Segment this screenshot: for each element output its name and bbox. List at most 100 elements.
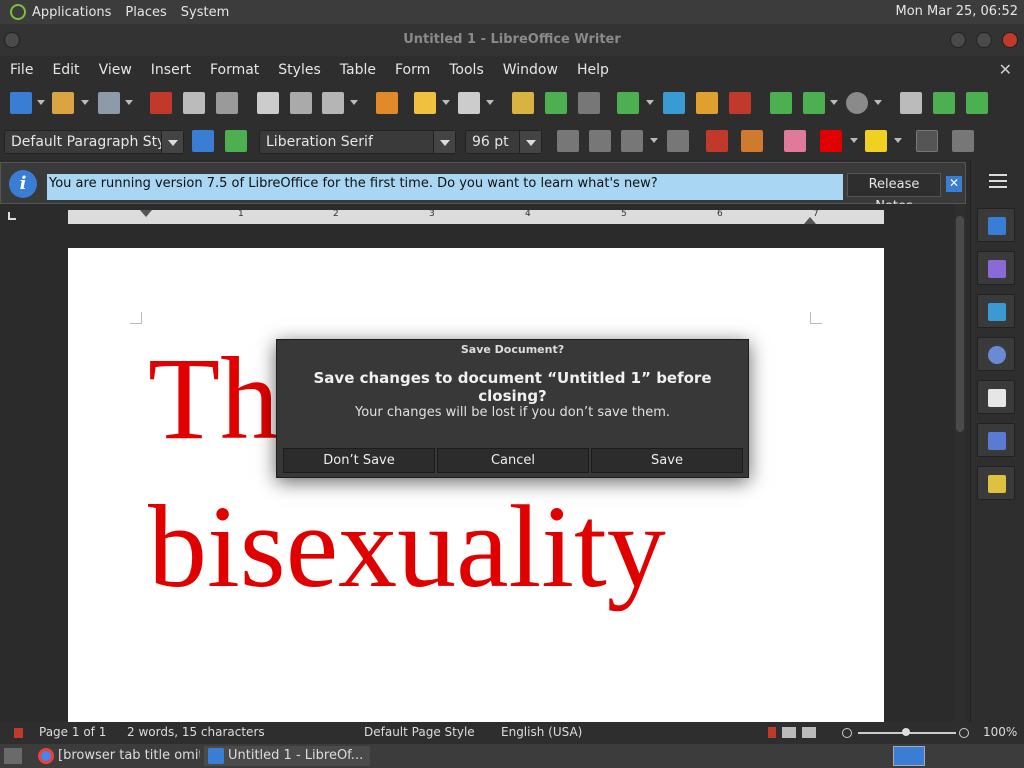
insert-text-box-icon[interactable]: [729, 92, 751, 114]
insert-image-icon[interactable]: [663, 92, 685, 114]
taskbar-writer-window[interactable]: Untitled 1 - LibreOf...: [204, 746, 370, 766]
book-view-icon[interactable]: [802, 727, 816, 738]
word-count[interactable]: 2 words, 15 characters: [127, 725, 265, 739]
chevron-down-icon[interactable]: [433, 131, 455, 153]
chevron-down-icon[interactable]: [646, 100, 654, 105]
menu-view[interactable]: View: [99, 62, 132, 78]
new-style-icon[interactable]: [225, 130, 247, 152]
vertical-scrollbar[interactable]: [954, 204, 966, 722]
save-icon[interactable]: [98, 92, 120, 114]
menu-edit[interactable]: Edit: [52, 62, 79, 78]
cut-icon[interactable]: [257, 92, 279, 114]
align-left-icon[interactable]: [916, 130, 938, 152]
sidebar-navigator-button[interactable]: [977, 337, 1015, 371]
scrollbar-thumb[interactable]: [956, 216, 964, 432]
clear-formatting-icon[interactable]: [784, 130, 806, 152]
close-infobar-icon[interactable]: ✕: [946, 176, 962, 192]
paragraph-style-combo[interactable]: Default Paragraph Style: [4, 130, 184, 154]
menu-file[interactable]: File: [10, 62, 33, 78]
font-size-combo[interactable]: 96 pt: [465, 130, 542, 154]
print-preview-icon[interactable]: [216, 92, 238, 114]
menu-styles[interactable]: Styles: [278, 62, 320, 78]
spelling-icon[interactable]: [545, 92, 567, 114]
export-pdf-icon[interactable]: [150, 92, 172, 114]
view-layout-icons[interactable]: [768, 727, 818, 738]
chevron-down-icon[interactable]: [125, 100, 133, 105]
tab-stop-icon[interactable]: [8, 212, 16, 220]
insert-footnote-icon[interactable]: [933, 92, 955, 114]
superscript-icon[interactable]: [706, 130, 728, 152]
new-document-icon[interactable]: [10, 92, 32, 114]
sidebar-gallery-button[interactable]: [977, 294, 1015, 328]
zoom-level[interactable]: 100%: [983, 725, 1017, 739]
align-center-icon[interactable]: [952, 130, 974, 152]
sidebar-page-button[interactable]: [977, 380, 1015, 414]
chevron-down-icon[interactable]: [650, 138, 658, 143]
insert-hyperlink-icon[interactable]: [900, 92, 922, 114]
workspace-switcher[interactable]: [893, 746, 925, 766]
document-page[interactable]: Th bisexuality: [68, 248, 884, 722]
insert-chart-icon[interactable]: [696, 92, 718, 114]
show-desktop-icon[interactable]: [4, 748, 22, 764]
zoom-in-icon[interactable]: [959, 728, 969, 738]
chevron-down-icon[interactable]: [486, 100, 494, 105]
menu-tools[interactable]: Tools: [449, 62, 484, 78]
chevron-down-icon[interactable]: [81, 100, 89, 105]
close-window-icon[interactable]: [1002, 32, 1018, 48]
save-button[interactable]: Save: [591, 448, 743, 473]
chevron-down-icon[interactable]: [850, 138, 858, 143]
font-name-combo[interactable]: Liberation Serif: [259, 130, 456, 154]
redo-icon[interactable]: [458, 92, 480, 114]
applications-menu[interactable]: Applications: [10, 4, 111, 20]
multi-page-view-icon[interactable]: [782, 727, 796, 738]
menu-window[interactable]: Window: [503, 62, 558, 78]
sidebar-manage-changes-button[interactable]: [977, 466, 1015, 500]
chevron-down-icon[interactable]: [874, 100, 882, 105]
cancel-button[interactable]: Cancel: [437, 448, 589, 473]
page-number[interactable]: Page 1 of 1: [39, 725, 106, 739]
menu-insert[interactable]: Insert: [151, 62, 191, 78]
sidebar-properties-button[interactable]: [977, 208, 1015, 242]
sidebar-menu-icon[interactable]: [989, 174, 1007, 188]
page-style[interactable]: Default Page Style: [364, 725, 475, 739]
special-character-icon[interactable]: [846, 92, 868, 114]
zoom-out-icon[interactable]: [842, 728, 852, 738]
subscript-icon[interactable]: [741, 130, 763, 152]
sidebar-styles-button[interactable]: [977, 251, 1015, 285]
minimize-icon[interactable]: [950, 32, 966, 48]
bold-icon[interactable]: [557, 130, 579, 152]
release-notes-button[interactable]: Release Notes: [847, 173, 941, 214]
left-indent-marker[interactable]: [140, 210, 152, 217]
paste-icon[interactable]: [322, 92, 344, 114]
chevron-down-icon[interactable]: [894, 138, 902, 143]
copy-icon[interactable]: [290, 92, 312, 114]
document-modified-icon[interactable]: [14, 728, 23, 738]
menu-format[interactable]: Format: [210, 62, 259, 78]
chevron-down-icon[interactable]: [442, 100, 450, 105]
window-menu-icon[interactable]: [4, 32, 20, 48]
sidebar-style-inspector-button[interactable]: [977, 423, 1015, 457]
chevron-down-icon[interactable]: [830, 100, 838, 105]
menu-form[interactable]: Form: [395, 62, 430, 78]
font-color-icon[interactable]: [820, 130, 842, 152]
find-replace-icon[interactable]: [512, 92, 534, 114]
clone-formatting-icon[interactable]: [376, 92, 398, 114]
menu-table[interactable]: Table: [340, 62, 376, 78]
dont-save-button[interactable]: Don’t Save: [283, 448, 435, 473]
insert-table-icon[interactable]: [617, 92, 639, 114]
taskbar-browser-window[interactable]: [browser tab title omitted]: [34, 746, 200, 766]
right-indent-marker[interactable]: [804, 217, 816, 224]
insert-field-icon[interactable]: [803, 92, 825, 114]
strikethrough-icon[interactable]: [667, 130, 689, 152]
underline-icon[interactable]: [621, 130, 643, 152]
system-menu[interactable]: System: [181, 5, 229, 20]
chevron-down-icon[interactable]: [350, 100, 358, 105]
text-language[interactable]: English (USA): [501, 725, 582, 739]
clock[interactable]: Mon Mar 25, 06:52: [896, 4, 1018, 19]
open-folder-icon[interactable]: [52, 92, 74, 114]
single-page-view-icon[interactable]: [768, 727, 776, 738]
menu-help[interactable]: Help: [577, 62, 609, 78]
undo-icon[interactable]: [414, 92, 436, 114]
places-menu[interactable]: Places: [125, 5, 166, 20]
update-style-icon[interactable]: [192, 130, 214, 152]
